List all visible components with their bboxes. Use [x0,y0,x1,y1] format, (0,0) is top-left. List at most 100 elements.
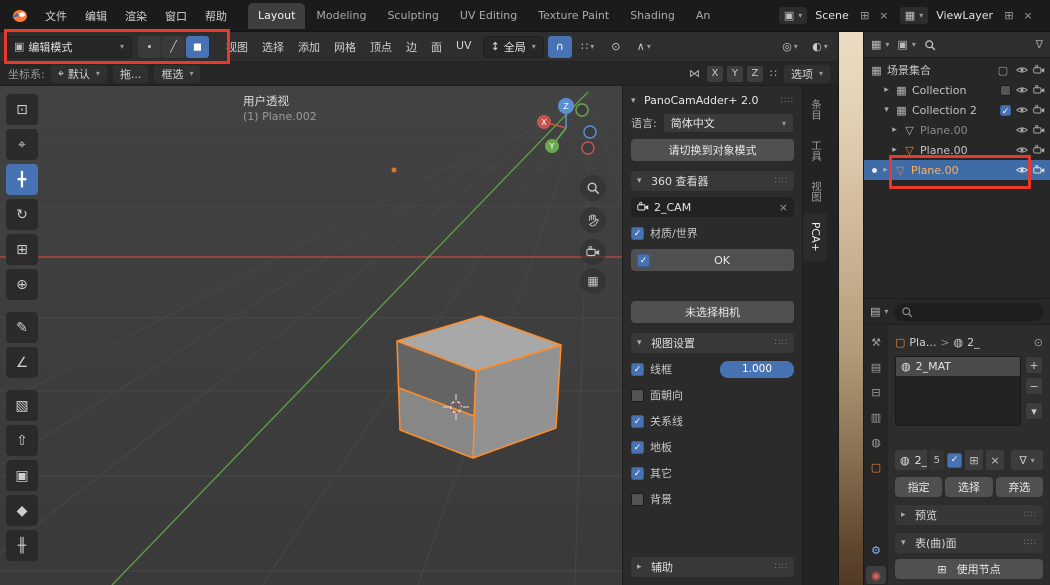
drag-mode-dropdown[interactable]: 拖... [113,65,149,83]
tab-render[interactable]: ▤ [866,358,886,376]
ok-button[interactable]: OK [631,249,794,271]
tool-extrude[interactable]: ⇧ [6,425,38,456]
assign-button[interactable]: 指定 [895,477,942,497]
vertex-select-button[interactable]: ∙ [138,36,161,58]
move-view-button[interactable] [580,207,606,233]
filter-icon[interactable]: ▢ [995,64,1011,77]
unlink-scene-icon[interactable]: × [876,9,892,22]
no-camera-button[interactable]: 未选择相机 [631,301,794,323]
clear-camera-icon[interactable]: × [779,201,788,214]
tool-transform[interactable]: ⊕ [6,269,38,300]
workspace-tab-modeling[interactable]: Modeling [306,3,376,29]
viewport-3d[interactable]: ⊡ ⌖ ╋ ↻ ⊞ ⊕ ✎ ∠ ▧ ⇧ ▣ ◆ ╫ 用户透视 (1) Plane… [0,86,838,585]
relationship-lines-checkbox[interactable] [631,415,644,428]
tool-loop-cut[interactable]: ╫ [6,530,38,561]
eye-icon[interactable] [1016,124,1028,136]
outliner-scene-dropdown[interactable]: ▣▾ [897,38,915,51]
scene-name[interactable]: Scene [810,9,854,22]
menu-render[interactable]: 渲染 [116,5,156,27]
floor-checkbox[interactable] [631,441,644,454]
menu-face[interactable]: 面 [424,39,449,55]
tab-material[interactable]: ◉ [866,566,886,584]
sidebar-tab-tool[interactable]: 工具 [803,131,830,170]
outliner-row-scene-collection[interactable]: ▦ 场景集合 ▢ [864,60,1050,80]
menu-select[interactable]: 选择 [255,39,291,55]
toggle-wireframe[interactable]: 线框 1.000 [631,359,794,379]
tool-bevel[interactable]: ◆ [6,495,38,526]
section-auxiliary[interactable]: ▸ 辅助 ∷∷ [631,557,794,577]
expand-icon[interactable]: ▸ [890,145,899,155]
overlays-dropdown[interactable]: ◎▾ [778,36,802,58]
menu-edge[interactable]: 边 [399,39,424,55]
blender-logo-menu[interactable] [8,6,30,26]
tool-rotate[interactable]: ↻ [6,199,38,230]
material-world-checkbox[interactable] [631,227,644,240]
expand-icon[interactable]: ▾ [882,105,891,115]
ortho-toggle-button[interactable]: ▦ [580,268,606,294]
face-select-button[interactable]: ◼ [186,36,209,58]
breadcrumb-object[interactable]: Pla... [909,336,936,349]
scene-browse-button[interactable]: ▣▾ [779,7,807,24]
exclude-checkbox[interactable] [1000,105,1011,116]
material-world-toggle[interactable]: 材质/世界 [631,223,794,243]
coord-system-dropdown[interactable]: ⌖ 默认 ▾ [51,65,107,83]
ok-checkbox[interactable] [637,254,650,267]
snap-toggle[interactable]: ∩ [548,36,572,58]
tool-measure[interactable]: ∠ [6,347,38,378]
expand-icon[interactable]: ▸ [890,125,899,135]
eye-icon[interactable] [1016,164,1028,176]
outliner-filter-icon[interactable]: ∇ [1036,38,1043,51]
viewlayer-browse-button[interactable]: ▦▾ [900,7,928,24]
workspace-tab-uv-editing[interactable]: UV Editing [450,3,527,29]
menu-add[interactable]: 添加 [291,39,327,55]
outliner-row-plane-active[interactable]: ▸ ▽ Plane.00 [864,160,1050,180]
workspace-tab-shading[interactable]: Shading [620,3,685,29]
other-checkbox[interactable] [631,467,644,480]
wireframe-checkbox[interactable] [631,363,644,376]
outliner-search-icon[interactable] [924,39,936,51]
section-preview[interactable]: ▸ 预览 ∷∷ [895,505,1043,525]
tool-add-cube[interactable]: ▧ [6,390,38,421]
workspace-tab-texture-paint[interactable]: Texture Paint [528,3,619,29]
slot-specials-menu[interactable]: ▾ [1025,402,1043,420]
sidebar-tab-item[interactable]: 条目 [803,90,830,129]
expand-icon[interactable]: ▸ [881,165,890,175]
remove-viewlayer-icon[interactable]: × [1020,9,1036,22]
copy-material-button[interactable]: ⊞ [965,450,983,470]
select-mode-dropdown[interactable]: 框选 ▾ [154,65,200,83]
sidebar-tab-view[interactable]: 视图 [803,172,830,211]
tool-move[interactable]: ╋ [6,164,38,195]
new-viewlayer-icon[interactable]: ⊞ [1001,9,1017,22]
toggle-background[interactable]: 背景 [631,489,794,509]
mirror-z-button[interactable]: Z [747,66,763,82]
background-checkbox[interactable] [631,493,644,506]
outliner-row-plane-2[interactable]: ▸ ▽ Plane.00 [864,140,1050,160]
material-slot-active[interactable]: ◍ 2_MAT [896,357,1020,376]
exclude-checkbox[interactable] [1000,85,1011,96]
tab-scene[interactable]: ◍ [866,433,886,451]
transform-orientation-selector[interactable]: ↕ 全局 ▾ [483,36,544,58]
camera-render-icon[interactable] [1033,124,1045,136]
mirror-y-button[interactable]: Y [727,66,743,82]
outliner-display-mode-dropdown[interactable]: ▦▾ [871,38,889,51]
tool-cursor[interactable]: ⌖ [6,129,38,160]
proportional-edit-toggle[interactable]: ⊙ [604,36,628,58]
menu-vertex[interactable]: 顶点 [363,39,399,55]
pin-icon[interactable]: ⊙ [1034,336,1043,349]
eye-icon[interactable] [1016,64,1028,76]
language-dropdown[interactable]: 简体中文 ▾ [663,113,794,133]
snap-settings-dropdown[interactable]: ∷▾ [576,36,600,58]
gizmo-axis-neg-z[interactable] [584,126,596,138]
tool-inset[interactable]: ▣ [6,460,38,491]
outliner-row-plane-1[interactable]: ▸ ▽ Plane.00 [864,120,1050,140]
camera-render-icon[interactable] [1033,144,1045,156]
section-360-viewer[interactable]: ▾ 360 查看器 ∷∷ [631,171,794,191]
toggle-face-orientation[interactable]: 面朝向 [631,385,794,405]
options-dropdown[interactable]: 选项 ▾ [784,65,830,83]
edge-select-button[interactable]: ╱ [162,36,185,58]
panel-drag-handle[interactable]: ∷∷ [781,96,794,106]
properties-editor-dropdown[interactable]: ▤▾ [870,305,888,318]
toggle-relationship-lines[interactable]: 关系线 [631,411,794,431]
camera-render-icon[interactable] [1033,84,1045,96]
outliner-row-collection-2[interactable]: ▾ ▦ Collection 2 [864,100,1050,120]
